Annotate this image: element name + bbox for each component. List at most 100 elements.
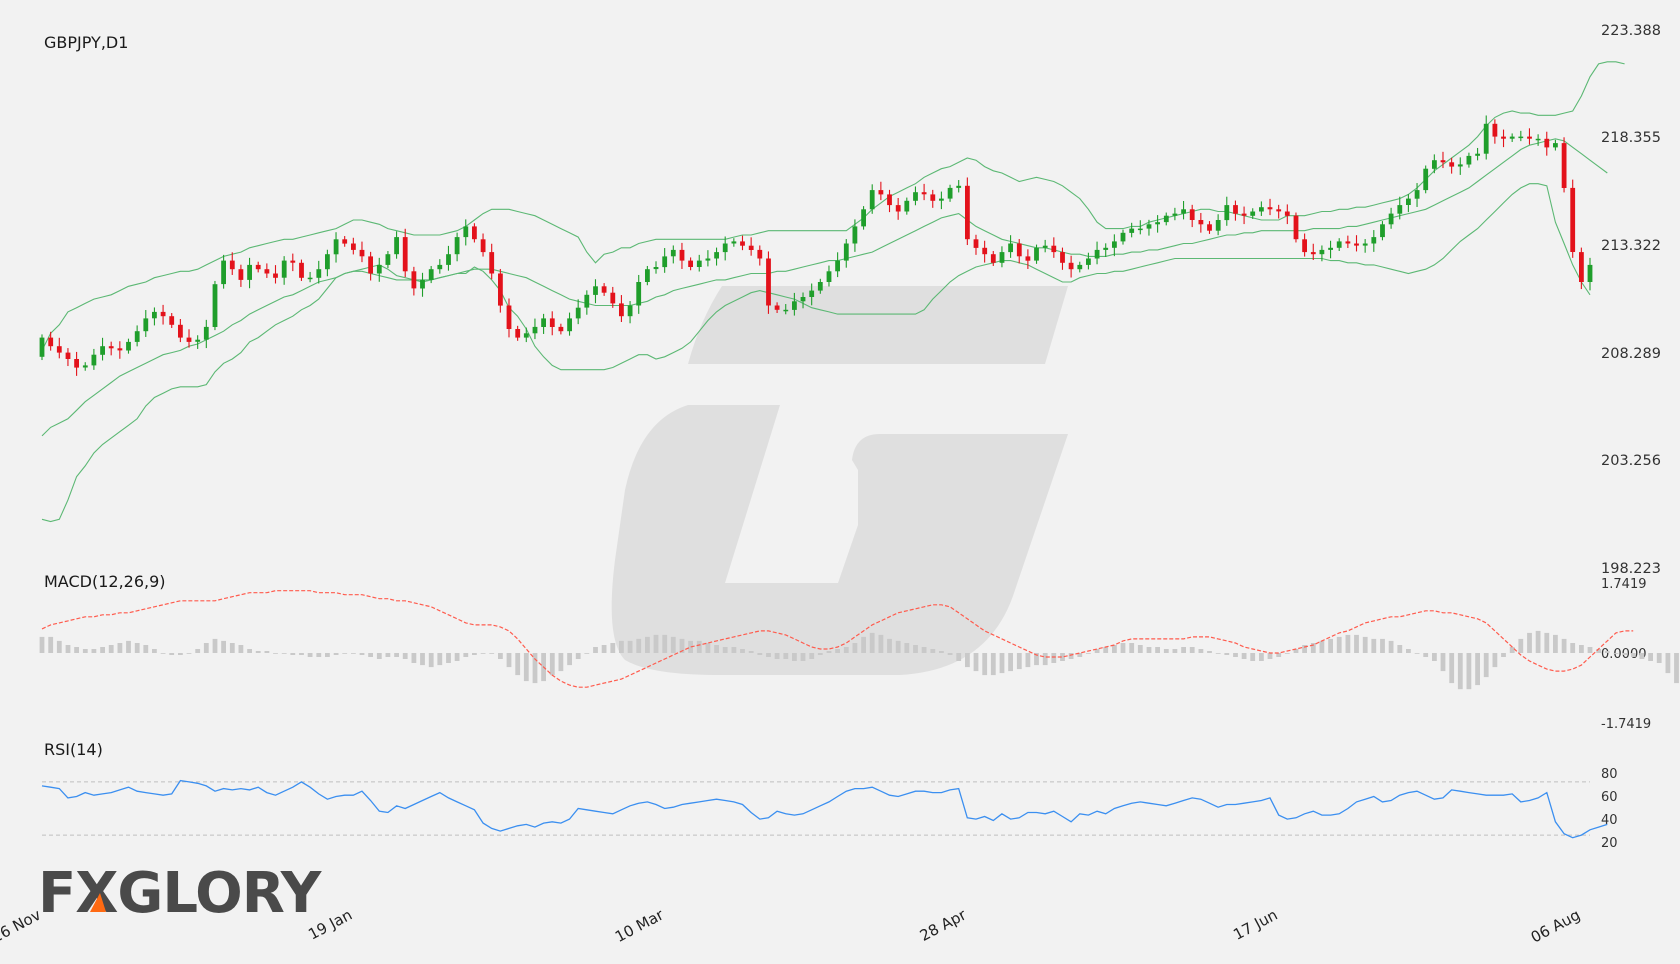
macd-histogram-bar [636, 638, 642, 653]
candle-body [195, 339, 201, 342]
candle-body [273, 273, 278, 278]
candle-body [627, 305, 633, 317]
macd-histogram-bar [956, 653, 962, 661]
candle-body [990, 254, 996, 263]
candle-body [878, 190, 884, 195]
watermark-logo-icon [611, 286, 1068, 675]
macd-histogram-bar [65, 645, 71, 653]
candle-body [186, 337, 192, 342]
macd-histogram-bar [463, 653, 469, 657]
candle-body [48, 337, 54, 347]
macd-histogram-bar [1665, 653, 1671, 674]
candle-body [203, 326, 209, 340]
candle-body [221, 260, 226, 285]
candle-body [705, 258, 711, 261]
candle-body [783, 309, 789, 312]
macd-histogram-bar [472, 653, 477, 655]
candle-body [238, 269, 244, 280]
candle-body [385, 254, 391, 265]
macd-histogram-bar [1233, 653, 1238, 657]
candle-body [1328, 247, 1333, 250]
macd-histogram-bar [593, 647, 598, 653]
macd-histogram-bar [1086, 653, 1091, 654]
macd-histogram-bar [100, 647, 105, 653]
macd-histogram-bar [1163, 649, 1169, 653]
macd-histogram-bar [1215, 653, 1221, 654]
macd-histogram-bar [411, 653, 417, 663]
macd-histogram-bar [1553, 634, 1558, 653]
macd-histogram-bar [203, 643, 209, 653]
candle-body [1310, 252, 1316, 255]
candle-body [428, 269, 434, 280]
macd-histogram-bar [1674, 653, 1679, 684]
candle-body [1293, 215, 1299, 240]
candle-body [1319, 249, 1325, 255]
rsi-axis: 80 60 40 20 [1601, 767, 1618, 851]
candle-body [1008, 243, 1013, 253]
candle-body [506, 305, 512, 329]
candle-body [895, 205, 901, 212]
macd-histogram-bar [1042, 653, 1048, 666]
macd-histogram-bar [307, 653, 313, 657]
macd-histogram-bar [264, 651, 270, 653]
candle-body [973, 239, 979, 248]
macd-histogram-bar [221, 640, 226, 653]
candle-body [619, 303, 624, 317]
macd-tick-label: -1.7419 [1601, 717, 1651, 732]
candle-body [532, 326, 538, 334]
candle-body [515, 329, 521, 338]
candle-body [178, 324, 183, 338]
macd-histogram-bar [126, 640, 131, 653]
macd-histogram-bar [653, 634, 659, 653]
macd-histogram-bar [748, 651, 754, 653]
chart-canvas: GBPJPY,D1 MACD(12,26,9) RSI(14) 223.388 … [0, 23, 1679, 946]
candle-body [325, 254, 330, 270]
candle-body [56, 346, 62, 353]
candle-body [74, 359, 79, 368]
brand-logo-text: FXGLORY [38, 861, 323, 926]
candle-body [1466, 155, 1472, 165]
candle-body [160, 311, 166, 317]
macd-histogram-bar [186, 653, 192, 654]
macd-histogram-bar [1561, 638, 1567, 653]
candle-body [1042, 245, 1048, 248]
candle-body [601, 286, 607, 293]
macd-histogram-bar [489, 653, 495, 654]
candle-body [757, 249, 763, 259]
candle-body [956, 185, 962, 188]
macd-histogram-bar [584, 653, 590, 654]
macd-histogram-bar [1259, 653, 1264, 661]
candle-body [1535, 138, 1541, 141]
candle-body [662, 256, 668, 268]
candle-body [549, 318, 555, 327]
macd-histogram-bar [904, 643, 910, 653]
candle-body [722, 243, 728, 253]
macd-histogram-bar [1362, 636, 1368, 653]
candle-body [1449, 162, 1455, 167]
macd-histogram-bar [1181, 647, 1186, 653]
macd-histogram-bar [152, 649, 157, 653]
date-tick-label: 10 Mar [612, 905, 667, 946]
date-tick-label: 28 Apr [917, 905, 970, 945]
macd-histogram-bar [368, 653, 373, 657]
price-tick-label: 213.322 [1601, 238, 1661, 254]
price-tick-label: 203.256 [1601, 453, 1661, 469]
macd-histogram-bar [342, 653, 348, 654]
candle-body [792, 301, 797, 310]
candle-body [593, 286, 598, 295]
macd-histogram-bar [1250, 653, 1256, 661]
candle-body [489, 252, 495, 274]
macd-histogram-bar [1457, 653, 1463, 690]
candle-body [1163, 215, 1169, 223]
macd-histogram-bar [921, 647, 927, 653]
macd-histogram-bar [394, 653, 399, 657]
macd-tick-label: 1.7419 [1601, 577, 1647, 592]
candle-body [679, 249, 685, 261]
candle-body [316, 269, 322, 278]
macd-histogram-bar [1016, 653, 1022, 670]
candle-body [1475, 153, 1480, 156]
brand-logo: FXGLORY [38, 861, 324, 926]
candle-body [740, 241, 745, 246]
candle-body [65, 352, 71, 359]
macd-histogram-bar [619, 640, 624, 653]
